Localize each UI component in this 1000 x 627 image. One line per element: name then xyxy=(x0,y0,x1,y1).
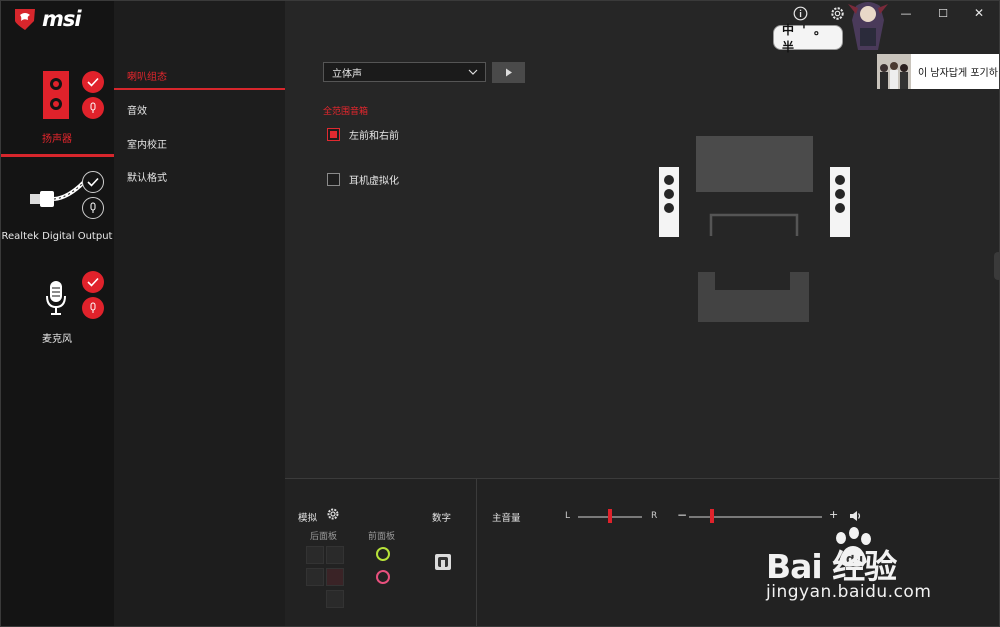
device-enabled-check-icon[interactable] xyxy=(82,171,104,193)
microphone-icon xyxy=(46,281,66,315)
digital-cable-icon xyxy=(30,180,86,207)
rear-panel-label: 后面板 xyxy=(310,532,338,542)
front-left-speaker-icon xyxy=(659,167,679,237)
side-panel-handle[interactable] xyxy=(994,252,1000,280)
device-label: 扬声器 xyxy=(42,134,72,145)
front-right-speaker-icon xyxy=(830,167,850,237)
balance-slider-thumb[interactable] xyxy=(608,509,612,523)
device-sidebar: msi 扬声器 Realtek Digital Output 麦克风 xyxy=(0,0,114,627)
analog-label: 模拟 xyxy=(298,513,318,524)
front-mic-jack-icon[interactable] xyxy=(376,570,390,584)
volume-minus-button[interactable]: − xyxy=(677,508,687,522)
sofa-shape xyxy=(698,272,809,322)
device-microphone[interactable]: 麦克风 xyxy=(0,260,114,350)
minimize-button[interactable]: — xyxy=(897,4,915,22)
device-label: 麦克风 xyxy=(42,334,72,345)
main-volume-label: 主音量 xyxy=(492,513,521,524)
device-mic-badge-icon[interactable] xyxy=(82,297,104,319)
digital-label: 数字 xyxy=(432,513,452,524)
volume-slider-thumb[interactable] xyxy=(709,509,714,523)
notification-text: 이 남자답게 포기하 xyxy=(918,68,998,79)
active-device-indicator xyxy=(0,154,114,157)
dragon-shield-icon xyxy=(15,9,35,30)
device-mic-badge-icon[interactable] xyxy=(82,97,104,119)
ime-mascot-icon xyxy=(848,2,888,50)
spdif-port-icon[interactable] xyxy=(434,553,452,571)
front-headphone-jack-icon[interactable] xyxy=(376,547,390,561)
rear-jack[interactable] xyxy=(306,568,324,586)
volume-plus-button[interactable]: + xyxy=(829,508,838,521)
balance-left-label: L xyxy=(565,511,571,521)
balance-right-label: R xyxy=(651,511,658,521)
rear-jack[interactable] xyxy=(306,546,324,564)
tv-screen-shape xyxy=(696,136,813,192)
speaker-volume-icon[interactable] xyxy=(849,510,862,522)
watermark-url: jingyan.baidu.com xyxy=(766,582,932,602)
device-enabled-check-icon[interactable] xyxy=(82,271,104,293)
baidu-watermark: du Bai 经验 jingyan.baidu.com xyxy=(766,527,956,610)
watermark-brand: Bai 经验 xyxy=(766,547,897,586)
device-speaker[interactable]: 扬声器 xyxy=(0,60,114,155)
menu-item-effects[interactable]: 音效 xyxy=(127,102,147,117)
device-digital-output[interactable]: Realtek Digital Output xyxy=(0,160,114,250)
speaker-icon xyxy=(43,71,69,119)
maximize-button[interactable]: ☐ xyxy=(934,4,952,22)
ime-status-bar[interactable]: 中 ' 。半 xyxy=(773,23,843,54)
table-shape xyxy=(709,213,799,236)
album-art xyxy=(877,54,911,89)
device-enabled-check-icon[interactable] xyxy=(82,71,104,93)
menu-item-speaker-config[interactable]: 喇叭组态 xyxy=(127,68,167,83)
rear-jack[interactable] xyxy=(326,546,344,564)
settings-menu: 喇叭组态 音效 室内校正 默认格式 xyxy=(114,0,285,627)
info-icon[interactable] xyxy=(791,4,809,22)
msi-logo: msi xyxy=(12,7,82,31)
menu-item-default-format[interactable]: 默认格式 xyxy=(127,169,167,184)
rear-jack[interactable] xyxy=(326,590,344,608)
menu-active-underline xyxy=(114,88,285,90)
music-notification[interactable]: 이 남자답게 포기하 xyxy=(877,54,1000,89)
device-label: Realtek Digital Output xyxy=(1,231,113,242)
close-button[interactable]: ✕ xyxy=(970,4,988,22)
bottom-divider xyxy=(476,479,477,627)
rear-jack-active[interactable] xyxy=(326,568,344,586)
analog-settings-gear-icon[interactable] xyxy=(326,507,340,521)
front-panel-label: 前面板 xyxy=(368,532,396,542)
menu-item-room-correction[interactable]: 室内校正 xyxy=(127,136,167,151)
brand-wordmark: msi xyxy=(42,7,82,31)
device-mic-badge-icon[interactable] xyxy=(82,197,104,219)
